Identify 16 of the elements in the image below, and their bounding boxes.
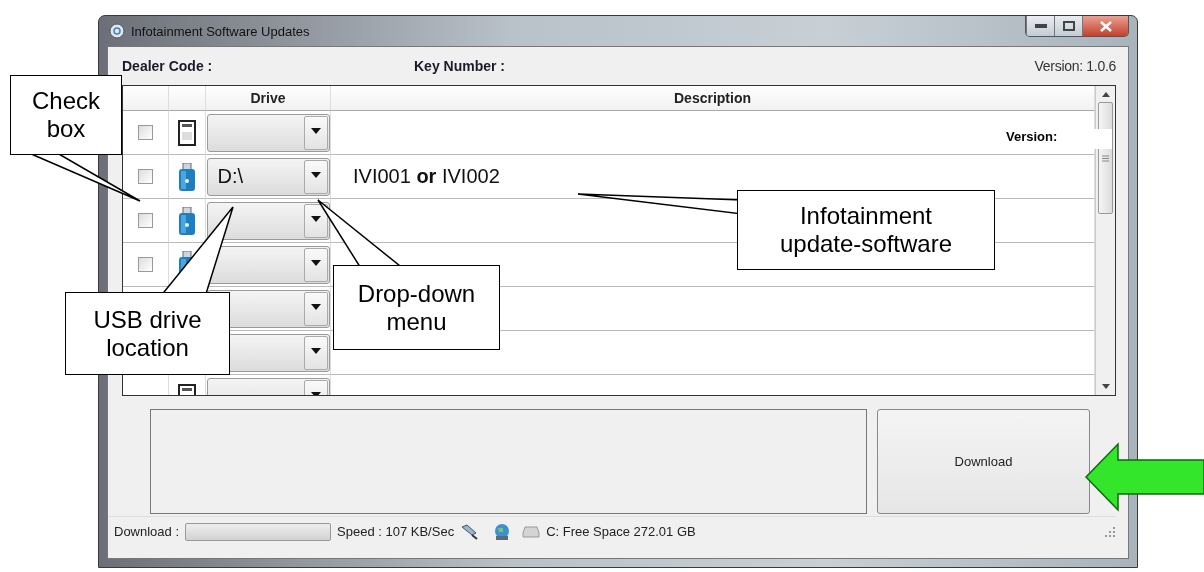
download-label: Download :	[114, 524, 180, 539]
free-space-text: C: Free Space 272.01 GB	[546, 524, 696, 539]
speed-text: Speed : 107 KB/Sec	[337, 524, 455, 539]
callout-tooltip: Check box	[10, 75, 122, 155]
drive-dropdown[interactable]: D:\	[206, 157, 330, 196]
version-text: Version: 1.0.6	[1034, 58, 1116, 74]
description-text: IVI001 or IVI002	[353, 165, 500, 188]
download-button[interactable]: Download	[877, 409, 1090, 514]
callout-tooltip: USB drive location	[65, 292, 230, 375]
window-title: Infotainment Software Updates	[131, 23, 311, 39]
callout-tooltip: Infotainment update-software	[737, 190, 995, 270]
dealer-code-label: Dealer Code :	[122, 58, 214, 74]
column-header[interactable]: Description	[331, 86, 1095, 111]
version-label: Version:	[1004, 129, 1112, 149]
key-number-label: Key Number :	[414, 58, 506, 74]
column-header[interactable]: Drive	[206, 86, 331, 111]
